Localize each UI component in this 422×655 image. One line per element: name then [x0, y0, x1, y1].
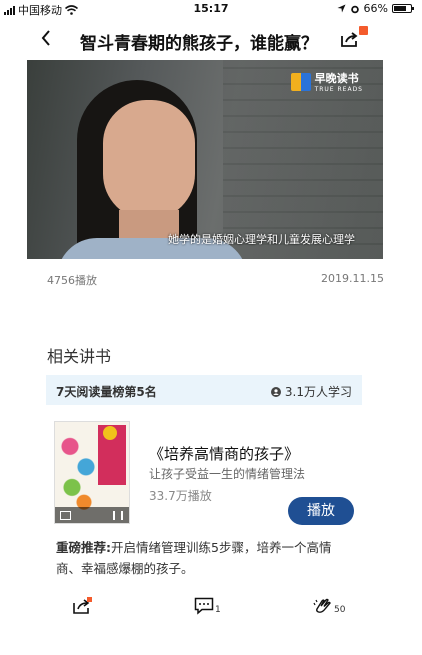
- related-book-card[interactable]: 7天阅读量榜第5名 3.1万人学习 《培养高情商的孩子》 让孩子受益一生的情绪管…: [46, 375, 362, 576]
- battery-percent: 66%: [363, 2, 388, 15]
- alarm-icon: [350, 5, 359, 13]
- publish-date: 2019.11.15: [321, 272, 384, 285]
- rank-text: 7天阅读量榜第5名: [56, 385, 157, 399]
- cover-audio-icon: [113, 511, 123, 520]
- card-header: 7天阅读量榜第5名 3.1万人学习: [46, 375, 362, 405]
- cover-illustration: [58, 430, 98, 512]
- recommend-label: 重磅推荐:: [56, 540, 111, 555]
- share-icon: [341, 32, 358, 47]
- brand-name: 早晚读书: [314, 72, 359, 85]
- book-title: 《培养高情商的孩子》: [149, 445, 300, 463]
- learner-count-text: 3.1万人学习: [284, 385, 352, 399]
- nav-bar: 智斗青春期的熊孩子，谁能赢？: [0, 18, 422, 60]
- clap-count: 50: [334, 605, 346, 615]
- video-person-face: [103, 100, 195, 220]
- comment-icon: [194, 597, 214, 615]
- cover-badge: [103, 426, 117, 440]
- video-player[interactable]: 早晚读书 TRUE READS 她学的是婚姻心理学和儿童发展心理学: [27, 60, 383, 259]
- recommendation: 重磅推荐:开启情绪管理训练5步骤，培养一个高情商、幸福感爆棚的孩子。: [56, 537, 356, 579]
- status-bar: 中国移动 15:17 66%: [0, 0, 422, 18]
- clap-icon: [313, 598, 331, 613]
- comment-button[interactable]: 1: [194, 595, 221, 615]
- play-count: 4756播放: [47, 274, 97, 287]
- cover-play-icon: [60, 511, 71, 520]
- book-cover[interactable]: [54, 421, 130, 524]
- bottom-share-button[interactable]: [72, 595, 92, 615]
- user-icon: [270, 386, 281, 397]
- clap-button[interactable]: 50: [313, 595, 345, 615]
- share-badge: [359, 26, 368, 35]
- brand-mark-icon: [290, 72, 311, 91]
- play-button[interactable]: 播放: [288, 497, 354, 525]
- page-title: 智斗青春期的熊孩子，谁能赢？: [80, 34, 318, 54]
- book-description: 让孩子受益一生的情绪管理法: [149, 467, 306, 481]
- comment-count: 1: [215, 605, 221, 615]
- status-right: 66%: [337, 2, 414, 15]
- bottom-action-bar: 1 50: [0, 585, 422, 625]
- back-button[interactable]: [40, 29, 60, 49]
- book-play-count: 33.7万播放: [149, 489, 212, 503]
- video-subtitle: 她学的是婚姻心理学和儿童发展心理学: [168, 233, 355, 246]
- brand-text: 早晚读书 TRUE READS: [315, 70, 363, 93]
- learner-count: 3.1万人学习: [270, 383, 352, 400]
- brand-sub: TRUE READS: [314, 86, 363, 93]
- battery-icon: [392, 4, 414, 13]
- section-title: 相关讲书: [47, 347, 112, 366]
- share-button[interactable]: [340, 26, 368, 50]
- share-icon: [73, 597, 92, 614]
- brand-logo: 早晚读书 TRUE READS: [290, 70, 363, 93]
- back-icon: [41, 30, 50, 46]
- location-icon: [337, 4, 346, 13]
